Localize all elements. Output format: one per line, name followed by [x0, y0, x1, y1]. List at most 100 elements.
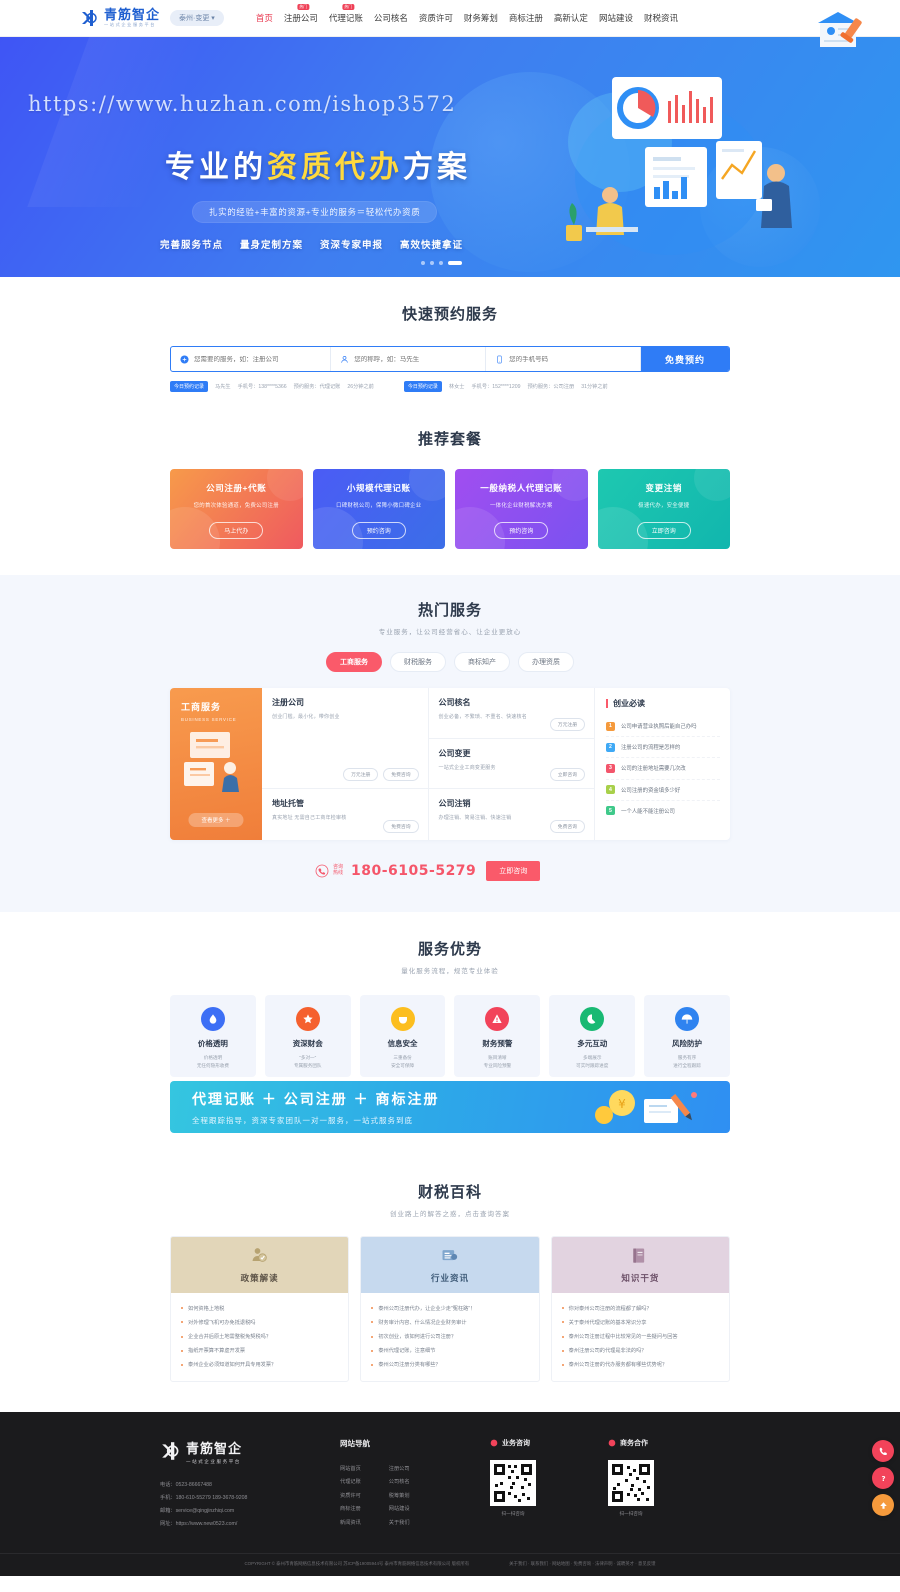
footer-logo[interactable]: 青筋智企 一站式企业服务平台 [160, 1438, 340, 1465]
must-read-item-4[interactable]: 5 一个人能不能注册公司 [606, 801, 720, 821]
service-item-3[interactable]: 公司变更 一站式企业工商变更服务 立即咨询 [428, 739, 594, 790]
footer-nav-link-0[interactable]: 注册公司 [389, 1463, 410, 1477]
advantage-card-5[interactable]: 风险防护 服务有序 进行全程跟踪 [644, 995, 730, 1077]
footer-nav-link-4[interactable]: 关于我们 [389, 1517, 410, 1531]
hotline-number[interactable]: 180-6105-5279 [351, 863, 476, 879]
logo-subtitle: 一站式企业服务平台 [104, 22, 157, 28]
service-item-button-0[interactable]: 免费咨询 [549, 819, 585, 833]
nav-item-8[interactable]: 网站建设 [599, 12, 633, 24]
hero-feature-3: 高效快捷拿证 [400, 240, 464, 251]
baike-card-0: 政策解读 如何资格上地税 对外修理飞机可办免抵退税吗 企业合并后原土地需整税免契税吗？… [170, 1236, 350, 1382]
package-card-3[interactable]: 变更注销 极速代办，安全便捷 立即咨询 [597, 469, 730, 549]
side-rail-qa-icon[interactable]: ? [872, 1467, 894, 1489]
phone-field[interactable] [486, 347, 642, 371]
package-button[interactable]: 预约咨询 [351, 522, 406, 539]
baike-list-item-0[interactable]: 泰州公司注册代办，让企业少走"冤枉路"！ [371, 1301, 528, 1315]
must-read-item-0[interactable]: 1 公司申请营业执照后能自己办吗 [606, 716, 720, 738]
service-item-0[interactable]: 注册公司 创业门槛，最小化，带你创业 万元注册 免费咨询 [262, 688, 428, 789]
baike-list-item-1[interactable]: 关于泰州代理记账的基本常识分享 [561, 1315, 719, 1329]
baike-list-item-0[interactable]: 如何资格上地税 [181, 1301, 338, 1315]
hot-tab-0[interactable]: 工商服务 [326, 652, 382, 672]
nav-item-9[interactable]: 财税资讯 [644, 12, 678, 24]
footer-nav-link-0[interactable]: 网站首页 [340, 1463, 361, 1477]
advantage-card-0[interactable]: 价格透明 价格透明 无任何隐形收费 [170, 995, 256, 1077]
service-item-button-0[interactable]: 万元注册 [343, 768, 379, 781]
nav-item-4[interactable]: 资质许可 [419, 12, 453, 24]
service-input[interactable] [194, 355, 322, 363]
package-card-2[interactable]: 一般纳税人代理记账 一体化企业财税解决方案 预约咨询 [455, 469, 588, 549]
nav-item-0[interactable]: 首页 [256, 12, 273, 24]
baike-list-item-4[interactable]: 泰州公司注册分类有哪些？ [371, 1358, 528, 1372]
footer-nav-link-2[interactable]: 税筹策划 [389, 1490, 410, 1504]
hero-dot-1[interactable] [421, 261, 425, 265]
promo-more-button[interactable]: 查看更多 ＋ [188, 813, 244, 827]
footer-links[interactable]: 关于我们 · 联系我们 · 网站地图 · 免费咨询 · 法律声明 · 诚聘英才 … [509, 1561, 655, 1567]
service-item-2[interactable]: 公司核名 创业必备，不繁琐、不重名、快速核名 万元注册 [428, 688, 594, 739]
baike-list-item-4[interactable]: 泰州企业必须知道如何开具专用发票？ [181, 1358, 338, 1372]
service-item-button-0[interactable]: 万元注册 [549, 717, 585, 731]
service-item-title: 公司核名 [438, 698, 471, 707]
must-read-item-3[interactable]: 4 公司注册的资金填多少好 [606, 780, 720, 801]
advantage-desc-2: 无任何隐形收费 [196, 1062, 229, 1068]
advantage-card-2[interactable]: 信息安全 三重备份 安全可保障 [359, 995, 446, 1077]
must-read-item-2[interactable]: 3 公司的注册地址需要几次改 [606, 758, 720, 780]
advantage-card-1[interactable]: 资深财会 "多对一" 专属服务团队 [264, 995, 351, 1077]
baike-list-item-3[interactable]: 泰州代理记账，注意细节 [371, 1344, 528, 1358]
city-selector[interactable]: 泰州·变更 ▾ [170, 10, 224, 26]
hot-tab-3[interactable]: 办理资质 [518, 652, 574, 672]
hero-dot-2[interactable] [430, 261, 434, 265]
package-button[interactable]: 立即咨询 [636, 522, 691, 539]
nav-item-2[interactable]: 代理记账 热门 [329, 4, 363, 24]
footer-logo-subtitle: 一站式企业服务平台 [186, 1458, 241, 1464]
footer-nav-link-4[interactable]: 新闻资讯 [340, 1517, 361, 1531]
baike-list-item-1[interactable]: 对外修理飞机可办免抵退税吗 [181, 1315, 338, 1329]
package-button[interactable]: 马上代办 [209, 522, 264, 539]
service-item-4[interactable]: 公司注销 办理注销、简易注销、快速注销 免费咨询 [429, 789, 595, 840]
must-read-item-1[interactable]: 2 注册公司的流程是怎样的 [606, 737, 720, 759]
hero-dot-4[interactable] [448, 261, 462, 265]
side-rail-phone-icon[interactable] [872, 1440, 894, 1462]
footer-nav-link-3[interactable]: 网站建设 [389, 1503, 410, 1517]
baike-list-item-1[interactable]: 财务审计内容、什么情况企业财务审计 [371, 1315, 528, 1329]
baike-list-item-2[interactable]: 企业合并后原土地需整税免契税吗？ [181, 1329, 338, 1343]
baike-list-item-3[interactable]: 指纸开票算不算虚开发票 [181, 1344, 338, 1358]
baike-list-item-2[interactable]: 泰州公司注册过程中比较常见的一些疑问与回答 [561, 1329, 719, 1343]
name-field[interactable] [331, 347, 487, 371]
hero-dot-3[interactable] [439, 261, 443, 265]
service-field[interactable] [171, 347, 332, 371]
hero-slide-dots[interactable] [421, 261, 462, 265]
service-item-button-0[interactable]: 立即咨询 [549, 768, 585, 782]
side-rail-arrow-up-icon[interactable] [872, 1494, 894, 1516]
hot-tab-1[interactable]: 财税服务 [390, 652, 446, 672]
booking-submit-button[interactable]: 免费预约 [641, 347, 729, 371]
baike-list-item-0[interactable]: 你对泰州公司注册的流程都了解吗？ [561, 1301, 719, 1315]
name-input[interactable] [354, 355, 477, 363]
package-card-1[interactable]: 小规模代理记账 口碑财税公司，保障小微口碑企业 预约咨询 [312, 469, 445, 549]
service-item-button-1[interactable]: 免费咨询 [383, 768, 419, 781]
baike-list-item-4[interactable]: 泰州公司注册的代办服务都有哪些优势呢？ [561, 1358, 719, 1372]
baike-list-item-3[interactable]: 泰州注册公司的代理是非法的吗？ [561, 1344, 719, 1358]
package-button[interactable]: 预约咨询 [494, 522, 549, 539]
advantage-card-3[interactable]: 财务预警 账目清晰 专业风险预警 [454, 995, 541, 1077]
must-read-title: 创业必读 [606, 698, 720, 709]
site-logo[interactable]: 青筋智企 一站式企业服务平台 [80, 8, 160, 28]
nav-item-6[interactable]: 商标注册 [509, 12, 543, 24]
nav-item-5[interactable]: 财务筹划 [464, 12, 498, 24]
cta-banner[interactable]: 代理记账 ＋ 公司注册 ＋ 商标注册 全程跟踪指导，资深专家团队一对一服务，一站… [170, 1081, 730, 1133]
packages-title: 推荐套餐 [417, 431, 482, 448]
phone-input[interactable] [509, 355, 632, 363]
footer-nav-link-1[interactable]: 公司核名 [389, 1476, 410, 1490]
hot-tab-2[interactable]: 商标知产 [454, 652, 510, 672]
nav-item-1[interactable]: 注册公司 热门 [284, 4, 318, 24]
nav-item-3[interactable]: 公司核名 [374, 12, 408, 24]
service-item-button-0[interactable]: 免费咨询 [383, 820, 419, 833]
hotline-consult-button[interactable]: 立即咨询 [486, 861, 541, 881]
advantage-card-4[interactable]: 多元互动 多端展示 可实时跟踪进度 [549, 995, 636, 1077]
footer-nav-link-1[interactable]: 代理记账 [340, 1476, 361, 1490]
baike-list-item-2[interactable]: 初次创业，该如何进行公司注册？ [371, 1329, 528, 1343]
footer-nav-link-3[interactable]: 商标注册 [340, 1503, 361, 1517]
nav-item-7[interactable]: 高新认定 [554, 12, 588, 24]
package-card-0[interactable]: 公司注册+代账 您的首次体验通道，免费公司注册 马上代办 [170, 469, 303, 549]
service-item-1[interactable]: 地址托管 真实地址 无需自己工商年检审核 免费咨询 [262, 789, 428, 840]
footer-nav-link-2[interactable]: 资质许可 [340, 1490, 361, 1504]
